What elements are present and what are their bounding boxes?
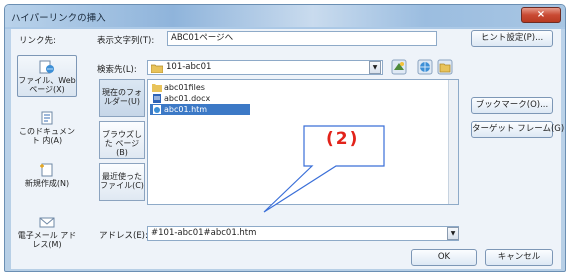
annotation-callout <box>263 125 385 213</box>
annotation-label: (2) <box>326 129 360 149</box>
